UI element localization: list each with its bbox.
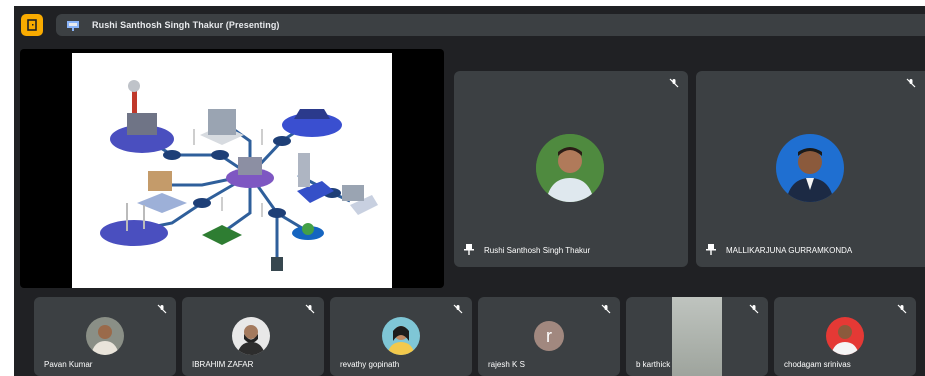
participant-name: chodagam srinivas [784,360,851,369]
mic-off-icon [749,304,759,314]
pin-icon[interactable] [464,243,474,255]
avatar [776,134,844,202]
pin-icon[interactable] [706,243,716,255]
participant-tile-chodagam[interactable]: chodagam srinivas [774,297,916,376]
featured-tile-mallikarjuna[interactable]: MALLIKARJUNA GURRAMKONDA [696,71,925,267]
presenting-label: Rushi Santhosh Singh Thakur (Presenting) [92,20,280,30]
avatar [382,317,420,355]
participant-name: Rushi Santhosh Singh Thakur [484,246,591,255]
avatar [826,317,864,355]
mic-off-icon [601,304,611,314]
mic-off-icon [906,78,916,88]
avatar-letter: r [534,321,564,351]
participant-name: rajesh K S [488,360,525,369]
participant-tile-revathy[interactable]: revathy gopinath [330,297,472,376]
top-bar: Rushi Santhosh Singh Thakur (Presenting) [14,6,925,42]
participant-name: IBRAHIM ZAFAR [192,360,254,369]
mic-off-icon [453,304,463,314]
participant-name: revathy gopinath [340,360,400,369]
room-button[interactable] [21,14,43,36]
participant-name: MALLIKARJUNA GURRAMKONDA [726,246,853,255]
shared-screen[interactable] [20,49,444,288]
slide-image [72,53,392,288]
mic-off-icon [305,304,315,314]
avatar [86,317,124,355]
participant-name: b karthick [636,360,671,369]
video-feed [672,297,722,376]
participant-tile-karthick[interactable]: b karthick [626,297,768,376]
participant-tile-rajesh[interactable]: r rajesh K S [478,297,620,376]
smart-grid-diagram [100,80,378,271]
participant-tile-pavan[interactable]: Pavan Kumar [34,297,176,376]
mic-off-icon [157,304,167,314]
participant-name: Pavan Kumar [44,360,93,369]
featured-tile-rushi[interactable]: Rushi Santhosh Singh Thakur [454,71,688,267]
presenting-chip[interactable]: Rushi Santhosh Singh Thakur (Presenting) [56,14,925,36]
participant-tile-ibrahim[interactable]: IBRAHIM ZAFAR [182,297,324,376]
meeting-stage: Rushi Santhosh Singh Thakur (Presenting) [14,6,925,376]
mic-off-icon [897,304,907,314]
presentation-icon [66,18,80,32]
avatar [232,317,270,355]
door-icon [27,19,37,31]
mic-off-icon [669,78,679,88]
avatar [536,134,604,202]
